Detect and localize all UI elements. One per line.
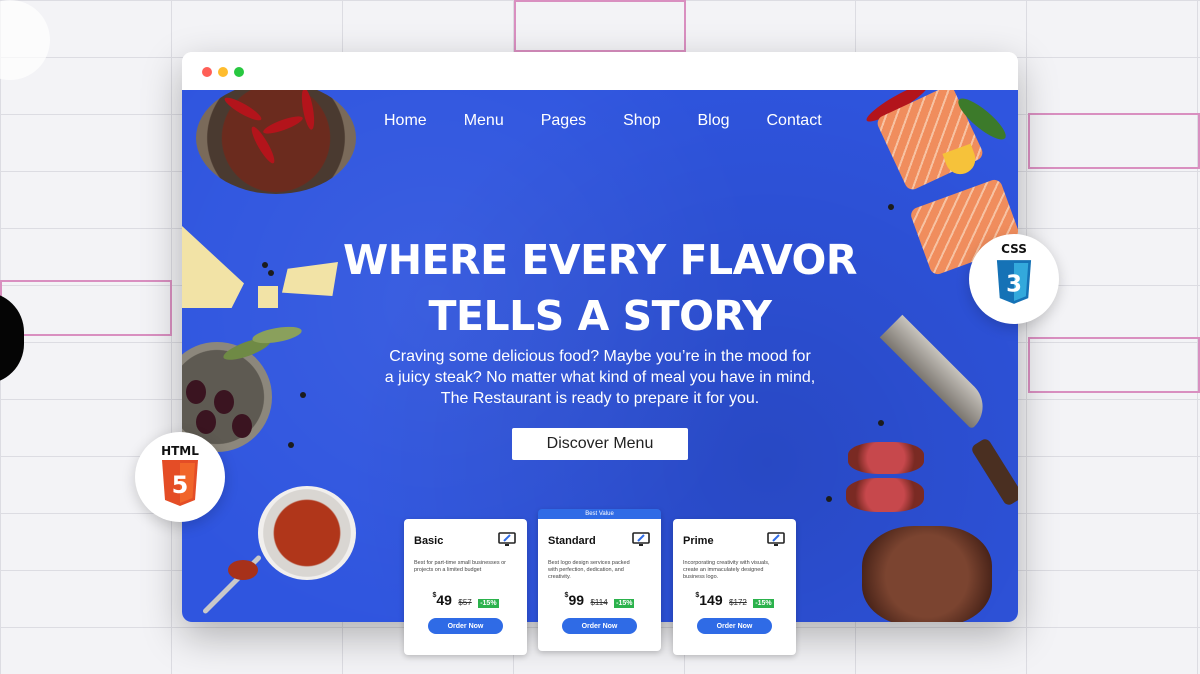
price-amount: 49: [436, 592, 452, 608]
old-price: $172: [729, 598, 747, 607]
decor-box-top: [514, 0, 686, 52]
subtext-line-2: a juicy steak? No matter what kind of me…: [384, 369, 816, 386]
nav-home[interactable]: Home: [384, 112, 427, 130]
olive-image: [196, 410, 216, 434]
headline-line-2: TELLS A STORY: [428, 292, 772, 340]
maximize-window-button[interactable]: [234, 67, 244, 77]
close-window-button[interactable]: [202, 67, 212, 77]
main-nav: Home Menu Pages Shop Blog Contact: [384, 112, 859, 130]
decor-box-left: [0, 280, 172, 336]
grilled-steak-image: [862, 526, 992, 622]
nav-pages[interactable]: Pages: [541, 112, 586, 130]
pricing-card-basic: Basic Best for part-time small businesse…: [404, 519, 527, 655]
spoon-sauce-image: [228, 560, 258, 580]
css3-badge: CSS 3: [969, 234, 1059, 324]
html5-number: 5: [172, 471, 189, 499]
decor-box-right-1: [1028, 113, 1200, 169]
discount-badge: -15%: [478, 599, 499, 608]
discount-badge: -15%: [614, 599, 635, 608]
nav-shop[interactable]: Shop: [623, 112, 660, 130]
olive-image: [214, 390, 234, 414]
design-monitor-icon: [632, 532, 650, 546]
nav-blog[interactable]: Blog: [697, 112, 729, 130]
peppercorn-image: [878, 420, 884, 426]
olive-image: [186, 380, 206, 404]
pricing-card-standard: Best Value Standard Best logo design ser…: [538, 509, 661, 651]
order-now-button[interactable]: Order Now: [697, 618, 772, 634]
peppercorn-image: [888, 204, 894, 210]
plan-description: Best logo design services packed with pe…: [548, 560, 630, 580]
discount-badge: -15%: [753, 599, 774, 608]
design-monitor-icon: [498, 532, 516, 546]
pricing-card-prime: Prime Incorporating creativity with visu…: [673, 519, 796, 655]
chili-bowl-image: [196, 90, 356, 194]
css3-shield-icon: 3: [996, 260, 1032, 304]
price-amount: 149: [699, 592, 723, 608]
css3-number: 3: [1006, 272, 1022, 298]
price-amount: 99: [568, 592, 585, 608]
plan-name: Prime: [683, 535, 714, 547]
html5-shield-icon: 5: [162, 460, 198, 506]
html-label: HTML: [161, 444, 199, 458]
peppercorn-image: [300, 392, 306, 398]
sauce-bowl-image: [258, 486, 356, 580]
html5-badge: HTML 5: [135, 432, 225, 522]
plan-name: Standard: [548, 535, 596, 547]
peppercorn-image: [826, 496, 832, 502]
plan-price: $99 $114 -15%: [538, 592, 661, 610]
plan-description: Best for part-time small businesses or p…: [414, 560, 507, 573]
minimize-window-button[interactable]: [218, 67, 228, 77]
decor-box-right-2: [1028, 337, 1200, 393]
plan-description: Incorporating creativity with visuals, c…: [683, 560, 770, 580]
knife-handle-image: [969, 437, 1018, 507]
steak-slice-image: [848, 442, 924, 474]
old-price: $57: [458, 598, 472, 607]
subtext-line-1: Craving some delicious food? Maybe you’r…: [389, 348, 811, 365]
peppercorn-image: [288, 442, 294, 448]
nav-menu[interactable]: Menu: [464, 112, 504, 130]
design-monitor-icon: [767, 532, 785, 546]
olive-image: [232, 414, 252, 438]
order-now-button[interactable]: Order Now: [562, 618, 637, 634]
headline-line-1: WHERE EVERY FLAVOR: [343, 236, 857, 284]
hero-subtext: Craving some delicious food? Maybe you’r…: [350, 346, 850, 409]
discover-menu-button[interactable]: Discover Menu: [512, 428, 688, 460]
plan-price: $49 $57 -15%: [404, 592, 527, 610]
css-label: CSS: [1001, 242, 1027, 256]
hero-headline: WHERE EVERY FLAVOR TELLS A STORY: [182, 232, 1018, 344]
best-value-ribbon: Best Value: [585, 511, 614, 517]
old-price: $114: [590, 598, 608, 607]
steak-slice-image: [846, 478, 924, 512]
subtext-line-3: The Restaurant is ready to prepare it fo…: [440, 390, 760, 407]
nav-contact[interactable]: Contact: [767, 112, 822, 130]
plan-price: $149 $172 -15%: [673, 592, 796, 610]
browser-titlebar: [182, 52, 1018, 90]
order-now-button[interactable]: Order Now: [428, 618, 503, 634]
plan-name: Basic: [414, 535, 444, 547]
